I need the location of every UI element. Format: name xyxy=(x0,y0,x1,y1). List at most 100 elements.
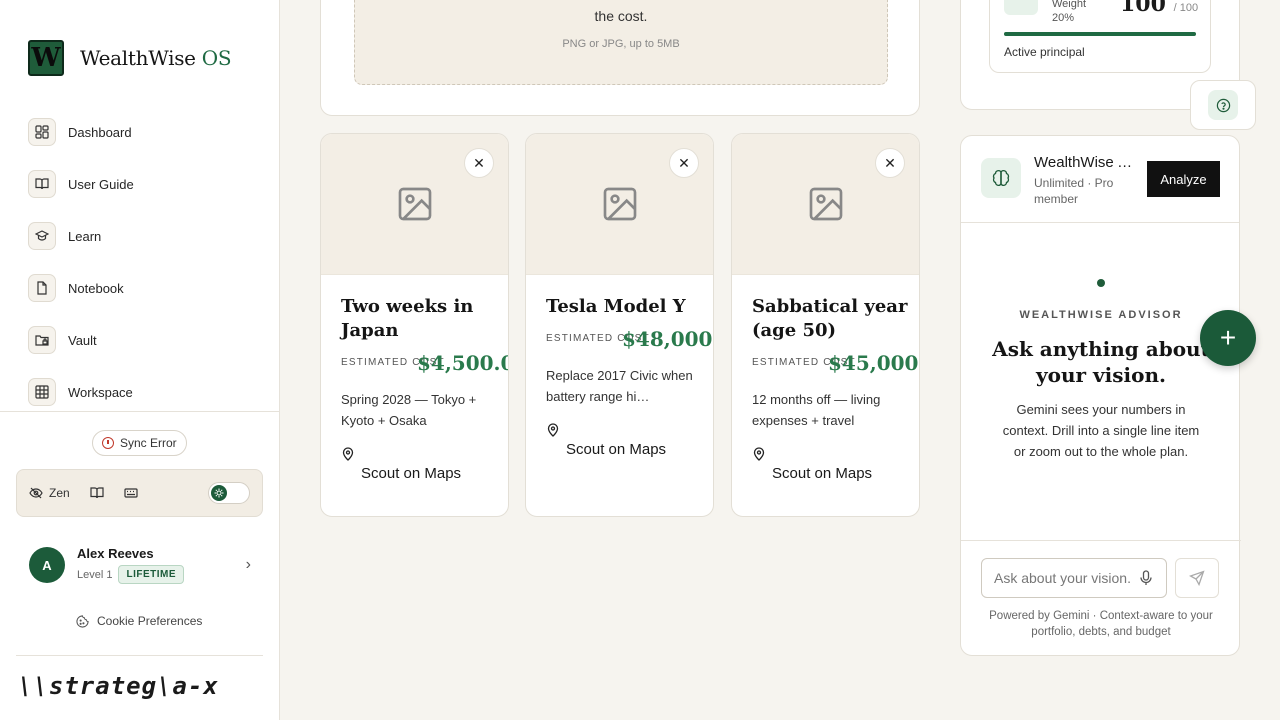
brand[interactable]: W WealthWise OS xyxy=(28,40,232,76)
cookie-label: Cookie Preferences xyxy=(97,614,203,628)
sidebar-item-label: Learn xyxy=(68,228,102,244)
help-button[interactable] xyxy=(1190,80,1256,130)
goal-body: Tesla Model Y ESTIMATED COST $48,000.00 … xyxy=(526,275,713,458)
goal-card[interactable]: ✕ Two weeks in Japan ESTIMATED COST $4,5… xyxy=(320,133,509,517)
remove-goal-button[interactable]: ✕ xyxy=(875,148,905,178)
cost-value: $4,500.00 xyxy=(417,351,508,375)
scout-on-maps-button[interactable]: Scout on Maps xyxy=(546,423,713,458)
scout-on-maps-button[interactable]: Scout on Maps xyxy=(341,447,508,482)
advisor-title: WealthWise Advisor xyxy=(1034,154,1142,171)
graduation-cap-icon xyxy=(28,222,56,250)
sidebar-item-dashboard[interactable]: Dashboard xyxy=(28,118,258,146)
sidebar-item-workspace[interactable]: Workspace xyxy=(28,378,258,406)
user-meta: Level 1 LIFETIME xyxy=(77,565,185,584)
dashboard-icon xyxy=(28,118,56,146)
advisor-powered-by: Powered by Gemini · Context-aware to you… xyxy=(989,610,1213,638)
cost-label: ESTIMATED COST xyxy=(341,357,445,368)
reading-mode-button[interactable] xyxy=(90,486,104,500)
sync-status-label: Sync Error xyxy=(120,436,177,450)
maps-label: Scout on Maps xyxy=(566,441,667,458)
analyze-button[interactable]: Analyze xyxy=(1147,161,1220,197)
user-name: Alex Reeves xyxy=(77,546,154,561)
sidebar-item-vault[interactable]: Vault xyxy=(28,326,258,354)
sync-status-button[interactable]: Sync Error xyxy=(92,430,187,456)
close-icon: ✕ xyxy=(473,154,485,171)
book-open-icon xyxy=(28,170,56,198)
advisor-subtitle: Unlimited · Pro member xyxy=(1034,176,1114,206)
image-dropzone[interactable]: the cost. PNG or JPG, up to 5MB xyxy=(354,0,888,85)
keyboard-shortcuts-button[interactable] xyxy=(124,486,138,500)
principal-item[interactable]: Weight 20% 100 / 100 Active principal xyxy=(989,0,1211,73)
goal-title: Sabbatical year (age 50) xyxy=(752,296,908,341)
grid-icon xyxy=(28,378,56,406)
divider xyxy=(16,655,263,656)
zen-mode-button[interactable]: Zen xyxy=(29,486,70,500)
goal-title: Tesla Model Y xyxy=(546,296,686,317)
status-dot xyxy=(1097,279,1105,287)
remove-goal-button[interactable]: ✕ xyxy=(669,148,699,178)
close-icon: ✕ xyxy=(884,154,896,171)
goal-cost: ESTIMATED COST $4,500.00 xyxy=(341,351,508,375)
goal-body: Sabbatical year (age 50) ESTIMATED COST … xyxy=(732,275,919,482)
dropzone-text: the cost. xyxy=(594,8,648,24)
file-icon xyxy=(28,274,56,302)
brand-name: WealthWise OS xyxy=(80,46,232,70)
divider xyxy=(961,540,1241,541)
goal-description: 12 months off — living expenses + travel xyxy=(752,392,881,428)
sidebar-item-notebook[interactable]: Notebook xyxy=(28,274,258,302)
cost-label: ESTIMATED COST xyxy=(752,357,856,368)
brand-logo: W xyxy=(28,40,64,76)
close-icon: ✕ xyxy=(678,154,690,171)
microphone-icon[interactable] xyxy=(1139,570,1153,586)
brain-icon xyxy=(981,158,1021,198)
keyboard-icon xyxy=(124,488,138,498)
divider xyxy=(0,411,280,412)
scout-on-maps-button[interactable]: Scout on Maps xyxy=(752,447,919,482)
book-icon xyxy=(90,487,104,499)
image-icon xyxy=(809,187,842,221)
alert-circle-icon xyxy=(102,437,114,449)
send-button[interactable] xyxy=(1175,558,1219,598)
zen-label: Zen xyxy=(49,486,70,500)
sidebar-item-label: Notebook xyxy=(68,280,124,296)
goal-cost: ESTIMATED COST $45,000.00 xyxy=(752,351,919,375)
cookie-preferences-link[interactable]: Cookie Preferences xyxy=(76,614,202,628)
user-level: Level 1 xyxy=(77,568,113,581)
goal-cost: ESTIMATED COST $48,000.00 xyxy=(546,327,713,351)
theme-toggle[interactable] xyxy=(208,482,250,504)
goal-card[interactable]: ✕ Tesla Model Y ESTIMATED COST $48,000.0… xyxy=(525,133,714,517)
map-pin-icon xyxy=(342,447,354,461)
advisor-panel: WealthWise Advisor Unlimited · Pro membe… xyxy=(960,135,1241,656)
map-pin-icon xyxy=(547,423,559,437)
sidebar-item-label: Vault xyxy=(68,332,97,348)
advisor-heading: Ask anything about your vision. xyxy=(992,337,1210,387)
sidebar-item-user-guide[interactable]: User Guide xyxy=(28,170,258,198)
image-icon xyxy=(398,187,431,221)
add-button[interactable]: + xyxy=(1200,310,1256,366)
principal-label: Active principal xyxy=(1004,45,1085,59)
image-icon xyxy=(603,187,636,221)
plus-icon: + xyxy=(1219,322,1237,353)
principal-progress-fill xyxy=(1004,32,1196,36)
sun-icon xyxy=(211,485,227,501)
map-pin-icon xyxy=(753,447,765,461)
sidebar-item-learn[interactable]: Learn xyxy=(28,222,258,250)
sidebar-nav: Dashboard User Guide Learn Notebook Vaul… xyxy=(28,118,258,430)
sidebar-item-label: Dashboard xyxy=(68,124,132,140)
maps-label: Scout on Maps xyxy=(361,465,462,482)
user-profile-button[interactable]: A Alex Reeves Level 1 LIFETIME › xyxy=(29,543,251,587)
sidebar-item-label: User Guide xyxy=(68,176,134,192)
sidebar-toolbar: Zen xyxy=(16,469,263,517)
advisor-header: WealthWise Advisor Unlimited · Pro membe… xyxy=(961,136,1239,223)
maps-label: Scout on Maps xyxy=(772,465,873,482)
chevron-right-icon: › xyxy=(245,556,251,573)
remove-goal-button[interactable]: ✕ xyxy=(464,148,494,178)
user-info: Alex Reeves Level 1 LIFETIME xyxy=(77,546,185,584)
cost-value: $45,000.00 xyxy=(828,351,919,375)
principal-weight: Weight 20% xyxy=(1052,0,1087,24)
advisor-description: Gemini sees your numbers in context. Dri… xyxy=(1002,402,1200,459)
trend-icon xyxy=(1004,0,1038,15)
folder-lock-icon xyxy=(28,326,56,354)
membership-badge: LIFETIME xyxy=(118,565,185,584)
goal-card[interactable]: ✕ Sabbatical year (age 50) ESTIMATED COS… xyxy=(731,133,920,517)
